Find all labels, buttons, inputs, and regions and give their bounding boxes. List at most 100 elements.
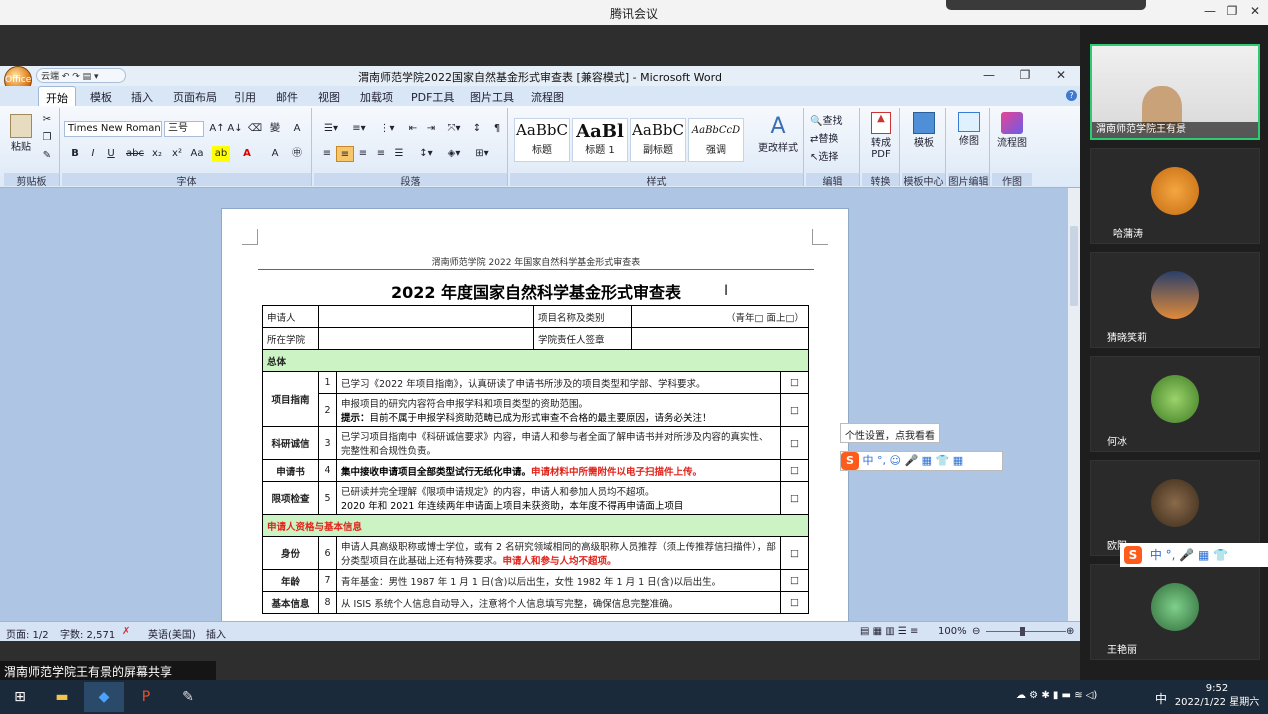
font-size-combo[interactable]: 三号	[164, 121, 204, 137]
find-button[interactable]: 🔍查找	[810, 112, 842, 127]
status-mode[interactable]: 插入	[206, 626, 226, 641]
zoom-level[interactable]: 100%	[938, 626, 967, 637]
checkbox[interactable]: □	[780, 536, 809, 570]
flowchart-button[interactable]: 流程图	[994, 112, 1030, 149]
applicant-value[interactable]	[318, 305, 534, 328]
app-icon[interactable]: ✎	[168, 682, 208, 712]
word-minimize-icon[interactable]: —	[978, 68, 1000, 84]
zoom-slider[interactable]	[986, 631, 1066, 632]
meeting-toolbar-pill[interactable]	[946, 0, 1146, 10]
strikethrough-icon[interactable]: abc	[126, 146, 144, 162]
participant-tile[interactable]: 王艳丽	[1090, 564, 1260, 660]
word-restore-icon[interactable]: ❐	[1014, 68, 1036, 84]
convert-pdf-button[interactable]: ▲ 转成 PDF	[864, 112, 898, 160]
ime-toolbar[interactable]: S 中 °, ☺ 🎤 ▦ 👕 ▦	[840, 451, 1003, 471]
shrink-font-icon[interactable]: A↓	[226, 121, 244, 137]
restore-icon[interactable]: ❐	[1221, 4, 1243, 20]
powerpoint-icon[interactable]: P	[126, 682, 166, 712]
start-icon[interactable]: ⊞	[0, 682, 40, 712]
increase-indent-icon[interactable]: ⇥	[422, 121, 440, 137]
tab-pdf-tools[interactable]: PDF工具	[411, 89, 454, 105]
distribute-icon[interactable]: ☰	[390, 146, 408, 162]
select-button[interactable]: ↖选择	[810, 148, 838, 163]
clock[interactable]: 9:52 2022/1/22 星期六	[1172, 682, 1262, 710]
tab-flowchart[interactable]: 流程图	[531, 89, 564, 105]
bullets-icon[interactable]: ☰▾	[318, 121, 344, 137]
participant-tile[interactable]: 渭南师范学院王有景	[1090, 44, 1260, 140]
line-spacing-icon[interactable]: ↕▾	[414, 146, 438, 162]
quick-access-toolbar[interactable]: 云端 ↶ ↷ ▤ ▾	[36, 68, 126, 83]
format-painter-icon[interactable]: ✎	[38, 148, 56, 164]
status-page[interactable]: 页面: 1/2	[6, 626, 49, 641]
zoom-in-icon[interactable]: ⊕	[1066, 626, 1074, 637]
font-name-combo[interactable]: Times New Roman	[64, 121, 162, 137]
tab-page-layout[interactable]: 页面布局	[173, 89, 217, 105]
italic-icon[interactable]: I	[84, 146, 102, 162]
grow-font-icon[interactable]: A↑	[208, 121, 226, 137]
leader-value[interactable]	[630, 327, 810, 350]
tab-mailings[interactable]: 邮件	[276, 89, 298, 105]
decrease-indent-icon[interactable]: ⇤	[404, 121, 422, 137]
status-language[interactable]: 英语(美国)	[148, 626, 196, 641]
tray-ime[interactable]: 中	[1155, 690, 1167, 707]
align-right-icon[interactable]: ≡	[354, 146, 372, 162]
checkbox[interactable]: □	[780, 393, 809, 427]
underline-icon[interactable]: U	[102, 146, 120, 162]
tab-view[interactable]: 视图	[318, 89, 340, 105]
superscript-icon[interactable]: x²	[168, 146, 186, 162]
zoom-slider-thumb[interactable]	[1020, 627, 1025, 636]
participant-tile[interactable]: 哈蒲涛	[1090, 148, 1260, 244]
sogou-logo-icon[interactable]: S	[841, 452, 859, 470]
justify-icon[interactable]: ≡	[372, 146, 390, 162]
participant-tile[interactable]: 何冰	[1090, 356, 1260, 452]
phonetic-guide-icon[interactable]: 變	[266, 121, 284, 137]
project-hint[interactable]: （青年□ 面上□）	[630, 305, 810, 328]
file-explorer-icon[interactable]: ▬	[42, 682, 82, 712]
scroll-thumb[interactable]	[1070, 226, 1078, 306]
align-left-icon[interactable]: ≡	[318, 146, 336, 162]
tab-addins[interactable]: 加载项	[360, 89, 393, 105]
style-title[interactable]: AaBbC 标题	[514, 118, 570, 162]
change-case-icon[interactable]: Aa	[188, 146, 206, 162]
borders-icon[interactable]: ⊞▾	[470, 146, 494, 162]
clear-format-icon[interactable]: ⌫	[246, 121, 264, 137]
enclose-char-icon[interactable]: ㊥	[288, 146, 306, 162]
tab-picture-tools[interactable]: 图片工具	[470, 89, 514, 105]
tab-references[interactable]: 引用	[234, 89, 256, 105]
replace-button[interactable]: ⇄替换	[810, 130, 838, 145]
ime-toolbar-items[interactable]: 中 °, ☺ 🎤 ▦ 👕 ▦	[863, 454, 964, 467]
college-value[interactable]	[318, 327, 534, 350]
font-color-icon[interactable]: A	[238, 146, 256, 162]
style-emphasis[interactable]: AaBbCcD 强调	[688, 118, 744, 162]
checkbox[interactable]: □	[780, 459, 809, 482]
word-close-icon[interactable]: ✕	[1050, 68, 1072, 84]
align-center-icon[interactable]: ≡	[336, 146, 354, 162]
highlight-icon[interactable]: ab	[212, 146, 230, 162]
sort-icon[interactable]: ↕	[468, 121, 486, 137]
subscript-icon[interactable]: x₂	[148, 146, 166, 162]
paste-button[interactable]: 粘贴	[8, 114, 34, 153]
status-words[interactable]: 字数: 2,571	[60, 626, 115, 641]
chinese-layout-icon[interactable]: ⤧▾	[442, 121, 466, 137]
char-shading-icon[interactable]: A	[266, 146, 284, 162]
view-buttons[interactable]: ▤ ▦ ▥ ☰ ≡	[860, 626, 918, 637]
checkbox[interactable]: □	[780, 569, 809, 592]
style-heading1[interactable]: AaBl 标题 1	[572, 118, 628, 162]
participant-tile[interactable]: 欧阳	[1090, 460, 1260, 556]
zoom-out-icon[interactable]: ⊖	[972, 626, 980, 637]
tab-template[interactable]: 模板	[90, 89, 112, 105]
sogou-logo-icon[interactable]: S	[1124, 546, 1142, 564]
checkbox[interactable]: □	[780, 371, 809, 394]
checkbox[interactable]: □	[780, 591, 809, 614]
shading-icon[interactable]: ◈▾	[442, 146, 466, 162]
style-subtitle[interactable]: AaBbC 副标题	[630, 118, 686, 162]
help-icon[interactable]: ?	[1066, 90, 1077, 101]
ime-toolbar-items[interactable]: 中 °, 🎤 ▦ 👕	[1150, 548, 1228, 562]
char-border-icon[interactable]: A	[288, 121, 306, 137]
minimize-icon[interactable]: —	[1199, 4, 1221, 20]
retouch-button[interactable]: 修图	[952, 112, 986, 147]
change-styles-button[interactable]: A 更改样式	[756, 114, 800, 154]
show-marks-icon[interactable]: ¶	[488, 121, 506, 137]
participant-tile[interactable]: 猜晓笑莉	[1090, 252, 1260, 348]
checkbox[interactable]: □	[780, 481, 809, 515]
